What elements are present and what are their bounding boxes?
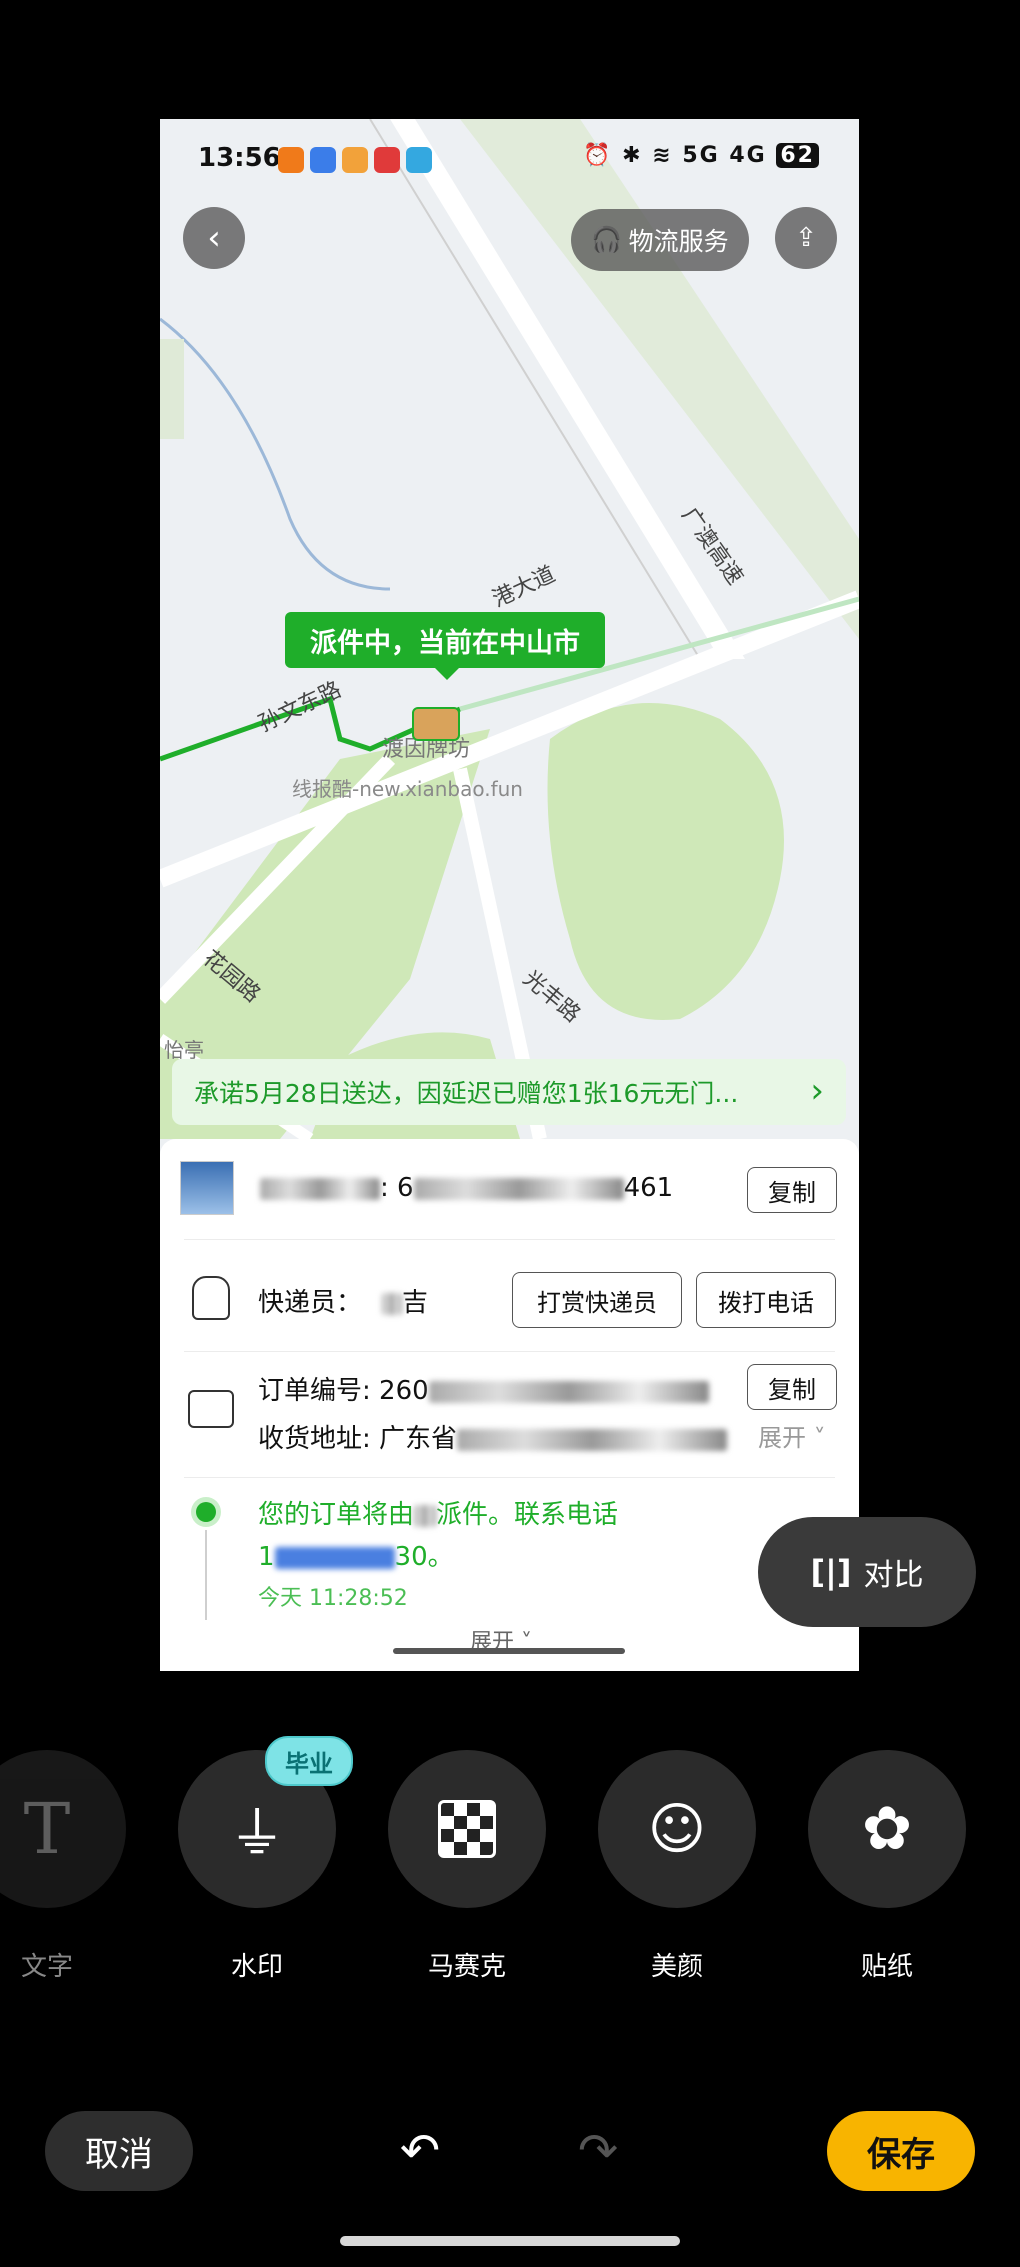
undo-icon: ↶ <box>399 2123 441 2179</box>
flower-smile-icon: ✿ <box>861 1794 913 1864</box>
logistics-service-button[interactable]: 🎧 物流服务 <box>571 209 749 271</box>
tool-watermark-label: 水印 <box>230 1952 283 1982</box>
chevron-right-icon: › <box>810 1071 824 1111</box>
call-courier-button[interactable]: 拨打电话 <box>696 1272 836 1328</box>
tool-sticker-label: 贴纸 <box>860 1952 913 1982</box>
compare-label: 对比 <box>863 1558 924 1593</box>
product-thumbnail <box>180 1161 234 1215</box>
status-time: 13:56 <box>198 143 281 173</box>
headset-icon: 🎧 <box>591 225 623 254</box>
delay-promo-banner[interactable]: 承诺5月28日送达，因延迟已赠您1张16元无门... › <box>172 1059 846 1125</box>
watermark-new-badge: 毕业 <box>265 1736 353 1786</box>
tracking-timeline: 您的订单将由 派件。联系电话 1 30。 今天 11:28:52 展开 ˅ <box>160 1478 859 1671</box>
status-bar: 13:56 ⏰ ✱ ≋ 5G 4G 62 <box>160 119 859 199</box>
logistics-service-label: 物流服务 <box>628 227 729 256</box>
tool-sticker-button[interactable]: ✿ <box>808 1750 966 1908</box>
tool-beauty-button[interactable]: ☺ <box>598 1750 756 1908</box>
order-number: 订单编号: 260 <box>258 1370 709 1407</box>
compare-button[interactable]: [|] 对比 <box>758 1517 976 1627</box>
map-watermark: 线报酷-new.xianbao.fun <box>292 777 523 801</box>
tool-text-label: 文字 <box>20 1952 73 1982</box>
status-indicators: ⏰ ✱ ≋ 5G 4G 62 <box>583 143 819 168</box>
status-app-icons <box>278 147 432 173</box>
cancel-button[interactable]: 取消 <box>45 2111 193 2191</box>
edit-toolbar: T 文字 ⏚ 水印 马赛克 ☺ 美颜 ✿ 贴纸 <box>0 1750 1020 1982</box>
courier-location-bubble: 派件中，当前在中山市 <box>285 612 605 680</box>
package-row: : 6 461 复制 <box>160 1139 859 1239</box>
undo-button[interactable]: ↶ <box>390 2121 450 2181</box>
share-button[interactable]: ⇪ <box>775 207 837 269</box>
redo-button[interactable]: ↷ <box>568 2121 628 2181</box>
courier-label: 快递员：吉 <box>258 1288 429 1318</box>
promo-text: 承诺5月28日送达，因延迟已赠您1张16元无门... <box>194 1079 739 1108</box>
timeline-phone[interactable]: 1 30。 <box>258 1536 454 1573</box>
tracking-number: : 6 461 <box>260 1173 673 1203</box>
screenshot-home-indicator <box>393 1648 625 1654</box>
battery-level: 62 <box>776 143 819 168</box>
timeline-time: 今天 11:28:52 <box>258 1586 408 1611</box>
courier-person-icon <box>192 1276 230 1320</box>
text-icon: T <box>23 1788 71 1870</box>
timeline-message: 您的订单将由 派件。联系电话 <box>258 1500 619 1530</box>
mosaic-icon <box>438 1800 496 1858</box>
copy-tracking-button[interactable]: 复制 <box>747 1167 837 1213</box>
share-icon: ⇪ <box>795 223 817 253</box>
edited-screenshot: 孙文东路 港大道 广澳高速 花园路 光丰路 渡因牌坊 怡亭 线报酷-new.xi… <box>160 119 859 1671</box>
tool-mosaic-label: 马赛克 <box>427 1952 506 1982</box>
compare-icon: [|] <box>810 1553 852 1591</box>
tip-courier-button[interactable]: 打赏快递员 <box>512 1272 682 1328</box>
back-button[interactable]: ‹ <box>183 207 245 269</box>
stamp-icon: ⏚ <box>229 1801 285 1867</box>
timeline-dot-icon <box>196 1502 216 1522</box>
face-sparkle-icon: ☺ <box>647 1796 707 1862</box>
order-row: 订单编号: 260 收货地址: 广东省 复制 展开 ˅ <box>160 1352 859 1477</box>
tool-beauty-label: 美颜 <box>650 1952 703 1982</box>
chevron-left-icon: ‹ <box>207 218 221 258</box>
truck-icon <box>188 1390 234 1428</box>
courier-row: 快递员：吉 打赏快递员 拨打电话 <box>160 1240 859 1350</box>
delivery-address: 收货地址: 广东省 <box>258 1418 728 1455</box>
address-expand-toggle[interactable]: 展开 ˅ <box>758 1418 826 1453</box>
order-info-card: : 6 461 复制 快递员：吉 打赏快递员 拨打电话 订单编号: 260 收货地… <box>160 1139 859 1671</box>
timeline-line <box>205 1530 207 1620</box>
copy-order-button[interactable]: 复制 <box>747 1364 837 1410</box>
tool-mosaic-button[interactable] <box>388 1750 546 1908</box>
tool-text-button[interactable]: T <box>0 1750 126 1908</box>
home-indicator <box>340 2236 680 2246</box>
courier-truck-icon <box>412 707 460 741</box>
redo-icon: ↷ <box>577 2123 619 2179</box>
save-button[interactable]: 保存 <box>827 2111 975 2191</box>
